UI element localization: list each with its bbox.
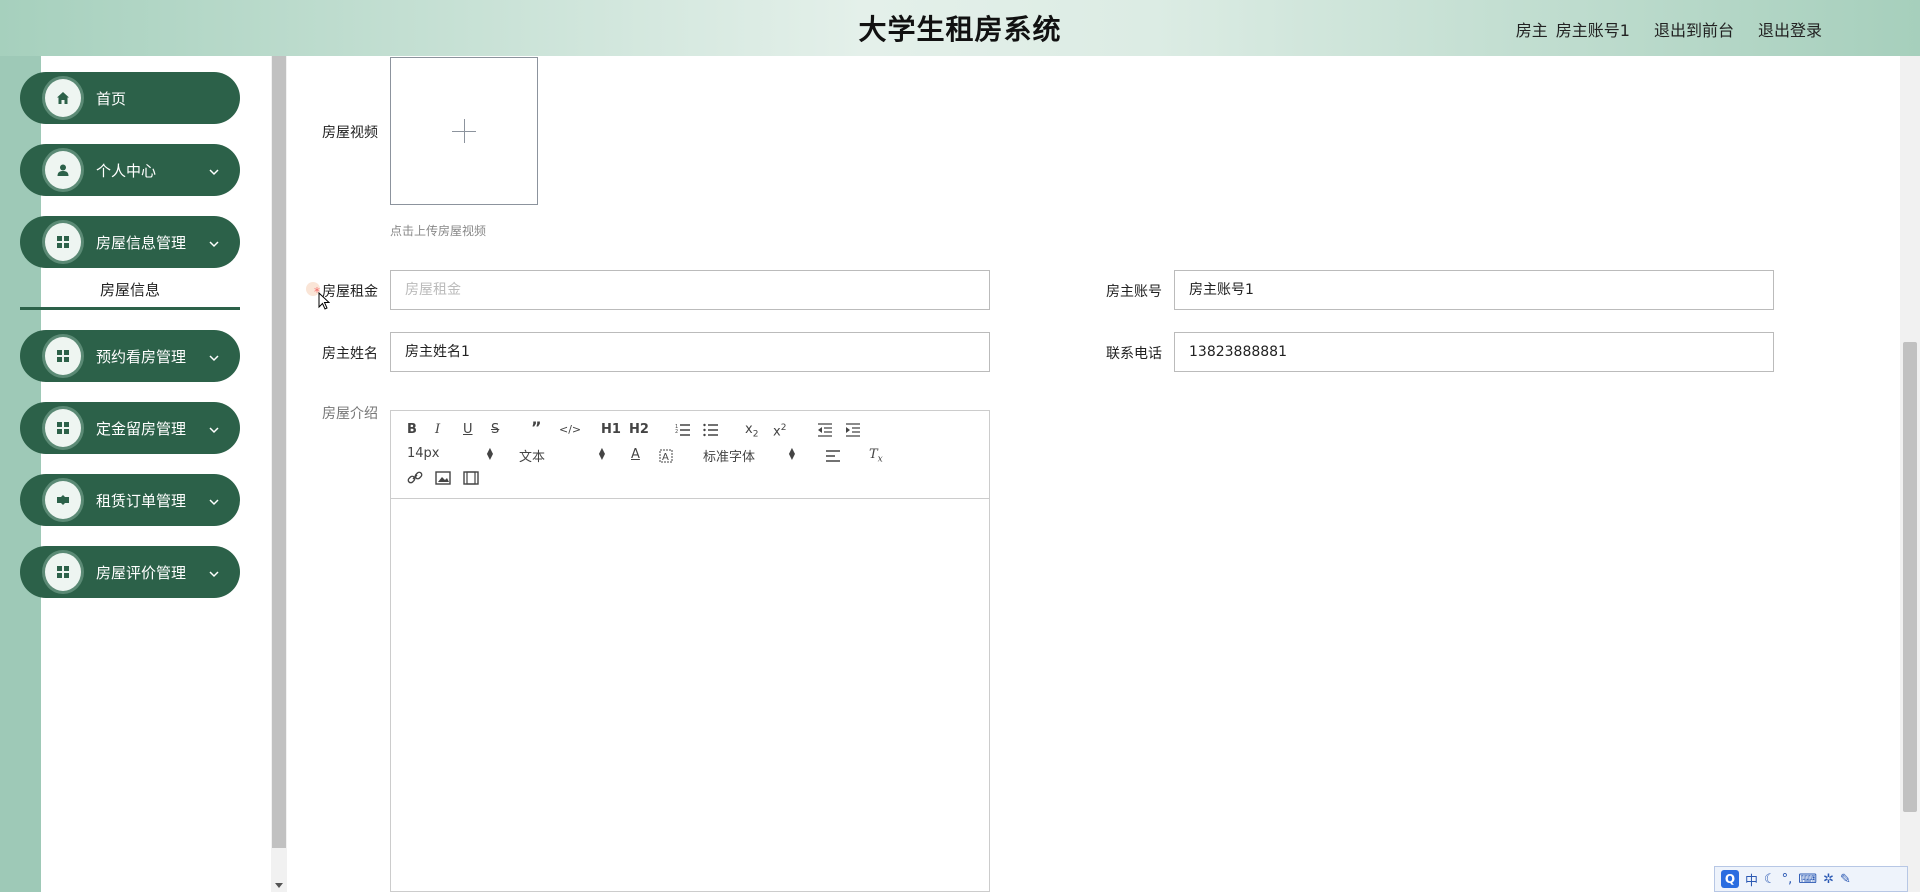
scrollbar-thumb[interactable]: [1903, 342, 1917, 812]
punctuation-icon[interactable]: °,: [1782, 872, 1793, 887]
sidebar-subitem-house-info[interactable]: 房屋信息: [20, 270, 240, 310]
chevron-down-icon: [208, 348, 220, 366]
ime-mode-label[interactable]: 中: [1745, 870, 1758, 889]
sidebar-item-label: 房屋评价管理: [96, 564, 187, 582]
clear-format-button[interactable]: Tx: [869, 446, 883, 469]
subscript-button[interactable]: x2: [745, 421, 758, 444]
grid-icon: [42, 550, 84, 594]
phone-label: 联系电话: [1106, 346, 1162, 362]
sidebar-item-label: 房屋信息管理: [96, 234, 187, 252]
sidebar: 首页 个人中心 房屋信息管理 房屋信息 预约看房管理 定金留房管理 租赁订单管理…: [20, 72, 240, 618]
sidebar-scrollbar[interactable]: [271, 56, 287, 892]
top-header: 大学生租房系统 房主 房主账号1 退出到前台 退出登录: [0, 0, 1920, 56]
owner-account-input[interactable]: 房主账号1: [1174, 270, 1774, 310]
select-arrows-icon: ▲ ▼: [598, 446, 605, 461]
logout-link[interactable]: 退出登录: [1758, 17, 1822, 41]
rent-label: * 房屋租金: [314, 284, 378, 300]
h1-button[interactable]: H1: [601, 421, 621, 439]
select-arrows-icon: ▲ ▼: [486, 446, 493, 461]
editor-toolbar: B I U S ” </> H1 H2 12 x2 x2 14px ▲ ▼ 文本 …: [391, 411, 989, 499]
grid-icon: [42, 220, 84, 264]
sidebar-item-deposit-hold[interactable]: 定金留房管理: [20, 402, 240, 454]
chevron-down-icon: [208, 492, 220, 510]
code-icon[interactable]: </>: [559, 421, 581, 439]
ordered-list-icon[interactable]: 12: [675, 423, 691, 437]
sidebar-item-home[interactable]: 首页: [20, 72, 240, 124]
select-arrows-icon: ▲ ▼: [788, 446, 795, 461]
grid-icon: [42, 334, 84, 378]
sidebar-item-label: 首页: [96, 90, 127, 108]
font-family-select[interactable]: 标准字体 ▲ ▼: [703, 446, 795, 466]
grid-icon: [42, 406, 84, 450]
video-label: 房屋视频: [322, 125, 378, 141]
link-icon[interactable]: [407, 471, 423, 485]
scrollbar-thumb[interactable]: [272, 56, 286, 848]
sidebar-item-rental-orders[interactable]: 租赁订单管理: [20, 474, 240, 526]
image-icon[interactable]: [435, 471, 451, 485]
page-scrollbar[interactable]: [1900, 56, 1920, 892]
video-icon[interactable]: [463, 471, 479, 485]
font-color-button[interactable]: A: [631, 446, 640, 464]
sidebar-item-label: 定金留房管理: [96, 420, 187, 438]
font-size-select[interactable]: 14px ▲ ▼: [407, 446, 493, 461]
outdent-icon[interactable]: [817, 423, 833, 437]
scroll-down-arrow-icon[interactable]: [275, 883, 283, 888]
strikethrough-button[interactable]: S: [491, 421, 499, 439]
owner-name-input[interactable]: 房主姓名1: [390, 332, 990, 372]
owner-name-label: 房主姓名: [322, 346, 378, 362]
bullet-list-icon[interactable]: [703, 423, 719, 437]
user-account: 房主账号1: [1555, 21, 1630, 40]
keyboard-icon[interactable]: ⌨: [1798, 872, 1817, 887]
background-color-icon[interactable]: A: [659, 449, 673, 463]
user-bar: 房主 房主账号1 退出到前台 退出登录: [1516, 17, 1822, 41]
video-upload-button[interactable]: [390, 57, 538, 205]
sogou-logo-icon: Q: [1721, 870, 1739, 888]
user-icon: [42, 148, 84, 192]
chevron-down-icon: [208, 564, 220, 582]
heading-select[interactable]: 文本 ▲ ▼: [519, 446, 605, 466]
sidebar-item-personal-center[interactable]: 个人中心: [20, 144, 240, 196]
indent-icon[interactable]: [845, 423, 861, 437]
ime-toolbar[interactable]: Q 中 ☾ °, ⌨ ✲ ✎: [1714, 866, 1908, 892]
sidebar-item-label: 租赁订单管理: [96, 492, 187, 510]
settings-icon[interactable]: ✲: [1823, 872, 1834, 887]
rich-text-editor: B I U S ” </> H1 H2 12 x2 x2 14px ▲ ▼ 文本 …: [390, 410, 990, 892]
superscript-button[interactable]: x2: [773, 419, 786, 441]
home-icon: [42, 76, 84, 120]
owner-account-label: 房主账号: [1106, 284, 1162, 300]
h2-button[interactable]: H2: [629, 421, 649, 439]
sidebar-item-viewing-appointments[interactable]: 预约看房管理: [20, 330, 240, 382]
align-icon[interactable]: [825, 449, 841, 463]
chevron-down-icon: [208, 420, 220, 438]
rent-input[interactable]: 房屋租金: [390, 270, 990, 310]
tool-icon[interactable]: ✎: [1840, 872, 1851, 887]
svg-text:A: A: [662, 452, 669, 463]
chevron-down-icon: [208, 162, 220, 180]
mouse-cursor-icon: [318, 292, 330, 310]
italic-button[interactable]: I: [435, 421, 440, 439]
intro-label: 房屋介绍: [322, 406, 378, 422]
blockquote-icon[interactable]: ”: [531, 419, 542, 437]
exit-to-frontend-link[interactable]: 退出到前台: [1654, 17, 1734, 41]
editor-content-area[interactable]: [391, 500, 989, 892]
sidebar-item-house-reviews[interactable]: 房屋评价管理: [20, 546, 240, 598]
sidebar-item-house-info[interactable]: 房屋信息管理: [20, 216, 240, 268]
svg-text:2: 2: [675, 429, 678, 435]
video-upload-hint: 点击上传房屋视频: [390, 224, 487, 238]
sidebar-item-label: 个人中心: [96, 162, 157, 180]
bold-button[interactable]: B: [407, 421, 417, 439]
underline-button[interactable]: U: [463, 421, 473, 439]
chevron-down-icon: [208, 234, 220, 252]
ticket-icon: [42, 478, 84, 522]
user-role: 房主: [1515, 21, 1548, 40]
moon-icon[interactable]: ☾: [1764, 872, 1776, 887]
user-info: 房主 房主账号1: [1516, 17, 1630, 41]
sidebar-item-label: 预约看房管理: [96, 348, 187, 366]
phone-input[interactable]: 13823888881: [1174, 332, 1774, 372]
